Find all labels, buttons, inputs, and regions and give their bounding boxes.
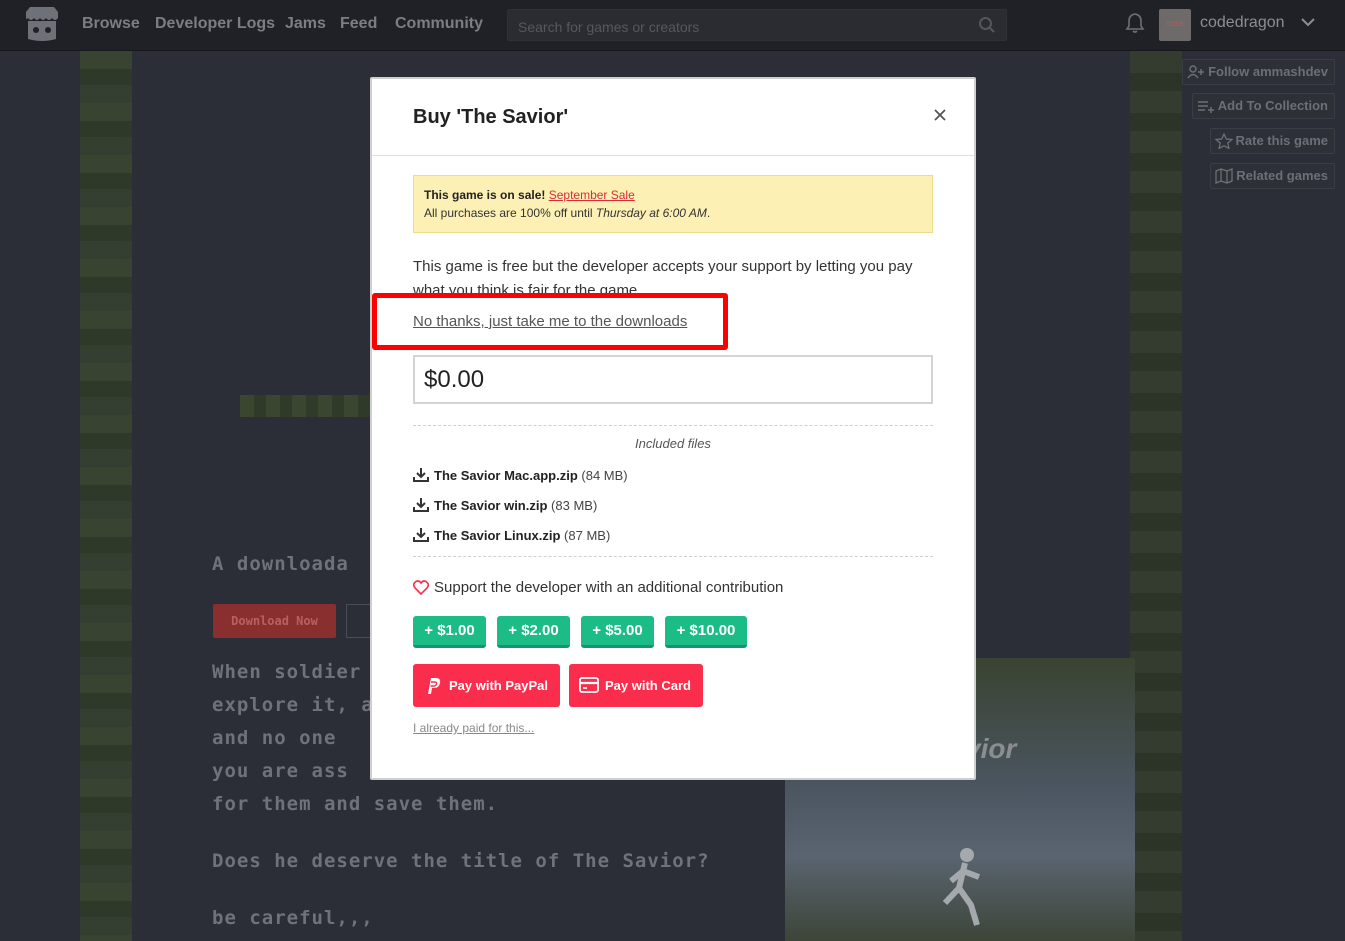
already-paid-link[interactable]: I already paid for this... bbox=[413, 721, 534, 735]
sale-until-time: Thursday at 6:00 AM bbox=[595, 206, 707, 220]
paypal-label: Pay with PayPal bbox=[449, 678, 548, 693]
file-size: (84 MB) bbox=[581, 468, 628, 483]
pay-with-paypal-button[interactable]: Pay with PayPal bbox=[413, 664, 560, 707]
notifications-bell-icon[interactable] bbox=[1125, 12, 1145, 34]
pay-with-card-button[interactable]: Pay with Card bbox=[569, 664, 703, 707]
heart-icon bbox=[412, 579, 430, 595]
price-input[interactable] bbox=[413, 355, 933, 404]
username[interactable]: codedragon bbox=[1200, 14, 1285, 32]
tip-5-button[interactable]: + $5.00 bbox=[581, 616, 654, 648]
modal-title: Buy 'The Savior' bbox=[413, 106, 569, 128]
file-name: The Savior Linux.zip bbox=[434, 528, 561, 543]
file-row: The Savior win.zip (83 MB) bbox=[413, 497, 598, 515]
top-nav: Browse Developer Logs Jams Feed Communit… bbox=[0, 0, 1345, 51]
avatar-text: CODE DRAGON bbox=[1166, 22, 1184, 28]
search-icon[interactable] bbox=[978, 16, 996, 34]
tip-2-button[interactable]: + $2.00 bbox=[497, 616, 570, 648]
sale-prefix: This game is on sale! bbox=[424, 188, 546, 202]
support-developer-row: Support the developer with an additional… bbox=[412, 579, 784, 596]
sale-line2-suffix: . bbox=[706, 206, 711, 220]
credit-card-icon bbox=[579, 677, 599, 693]
file-name: The Savior Mac.app.zip bbox=[434, 468, 578, 483]
search-input[interactable] bbox=[516, 16, 960, 38]
modal-header: Buy 'The Savior' bbox=[372, 79, 974, 156]
september-sale-link[interactable]: September Sale bbox=[549, 188, 635, 202]
card-label: Pay with Card bbox=[605, 678, 691, 693]
no-thanks-downloads-link[interactable]: No thanks, just take me to the downloads bbox=[413, 313, 687, 330]
download-tray-icon bbox=[413, 527, 429, 542]
nav-feed[interactable]: Feed bbox=[340, 15, 377, 33]
nav-jams[interactable]: Jams bbox=[285, 15, 326, 33]
download-tray-icon bbox=[413, 467, 429, 482]
nav-community[interactable]: Community bbox=[395, 15, 483, 33]
user-avatar[interactable]: CODE DRAGON bbox=[1159, 9, 1191, 41]
paypal-icon bbox=[428, 678, 441, 694]
file-row: The Savior Mac.app.zip (84 MB) bbox=[413, 467, 628, 485]
tip-1-button[interactable]: + $1.00 bbox=[413, 616, 486, 648]
close-icon[interactable] bbox=[930, 105, 950, 125]
itchio-logo-icon[interactable] bbox=[22, 6, 62, 44]
support-text: Support the developer with an additional… bbox=[434, 579, 784, 596]
search-box bbox=[507, 9, 1007, 41]
file-size: (87 MB) bbox=[564, 528, 611, 543]
buy-modal: Buy 'The Savior' This game is on sale! S… bbox=[370, 77, 976, 780]
sale-line2-prefix: All purchases are 100% off until bbox=[424, 206, 593, 220]
file-size: (83 MB) bbox=[551, 498, 598, 513]
file-name: The Savior win.zip bbox=[434, 498, 548, 513]
nav-developer-logs[interactable]: Developer Logs bbox=[155, 15, 275, 33]
chevron-down-icon[interactable] bbox=[1300, 16, 1316, 28]
nav-browse[interactable]: Browse bbox=[82, 15, 140, 33]
download-tray-icon bbox=[413, 497, 429, 512]
divider bbox=[413, 556, 933, 557]
included-files-label: Included files bbox=[635, 436, 711, 451]
sale-notice: This game is on sale! September Sale All… bbox=[413, 175, 933, 233]
divider bbox=[413, 425, 933, 426]
file-row: The Savior Linux.zip (87 MB) bbox=[413, 527, 611, 545]
tip-10-button[interactable]: + $10.00 bbox=[665, 616, 747, 648]
